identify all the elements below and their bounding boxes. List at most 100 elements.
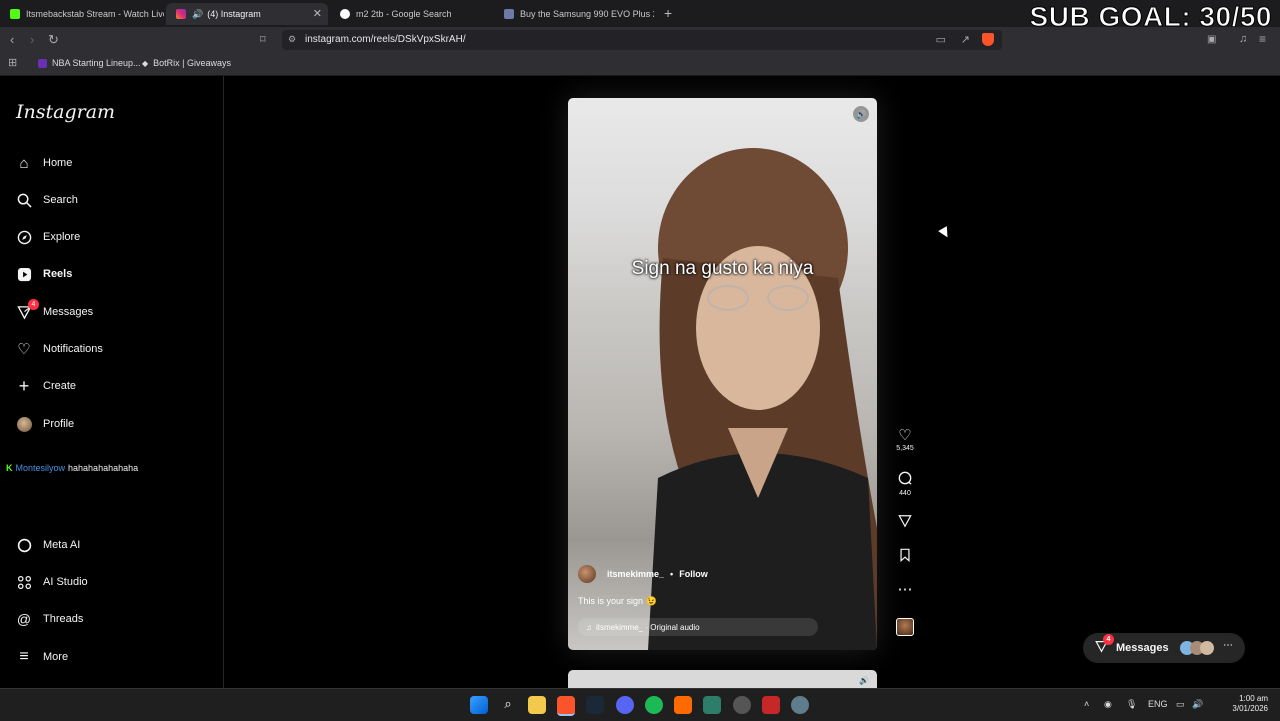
- speaker-icon[interactable]: 🔊: [192, 9, 203, 20]
- nav-label: Messages: [43, 306, 94, 318]
- bookmark-icon: [893, 548, 917, 566]
- address-bar[interactable]: ⚙ instagram.com/reels/DSkVpxSkrAH/ ▭ ↗: [282, 30, 1002, 50]
- windows-start-icon[interactable]: [470, 696, 488, 714]
- volume-icon[interactable]: 🔊: [859, 676, 869, 685]
- wifi-icon[interactable]: ▭: [1176, 699, 1185, 710]
- app-icon[interactable]: [733, 696, 751, 714]
- music-note-icon: ♫: [586, 622, 592, 632]
- share-button[interactable]: [893, 514, 917, 532]
- spotify-icon[interactable]: [645, 696, 663, 714]
- bookmark-botrix[interactable]: ◆ BotRix | Giveaways: [142, 58, 231, 68]
- follow-button[interactable]: Follow: [679, 569, 708, 579]
- like-button[interactable]: ♡ 5,345: [893, 427, 917, 453]
- url-text: instagram.com/reels/DSkVpxSkrAH/: [305, 34, 466, 45]
- bookmark-label: NBA Starting Lineup...: [52, 58, 141, 68]
- home-icon: ⌂: [19, 154, 29, 172]
- nav-label: Profile: [43, 418, 75, 430]
- brave-shield-icon[interactable]: [982, 33, 994, 46]
- media-icon[interactable]: ♫: [1239, 33, 1247, 45]
- terminal-icon[interactable]: [703, 696, 721, 714]
- clock-date: 3/01/2026: [1232, 704, 1268, 713]
- share-icon[interactable]: ↗: [961, 33, 970, 46]
- new-tab-icon[interactable]: +: [664, 5, 672, 21]
- windows-taskbar: ⌕ ˄ ◉ 🎙 ENG ▭ 🔊 1:00 am 3/01/2026: [0, 688, 1280, 721]
- ai-studio-icon: [16, 574, 32, 590]
- instagram-sidebar: Instagram ⌂ Home Search Explore Reels 4 …: [0, 76, 224, 688]
- brave-browser-icon[interactable]: [557, 696, 575, 716]
- next-reel-preview[interactable]: 🔊: [568, 670, 877, 688]
- like-count: 5,345: [896, 445, 914, 452]
- bookmark-nba[interactable]: NBA Starting Lineup...: [38, 58, 141, 68]
- language-indicator[interactable]: ENG: [1148, 699, 1168, 709]
- author-username[interactable]: itsmekimme_: [607, 569, 664, 579]
- nav-reels[interactable]: Reels: [16, 264, 72, 284]
- nav-notifications[interactable]: ♡ Notifications: [16, 339, 103, 359]
- bookmark-label: BotRix | Giveaways: [153, 58, 232, 68]
- apps-grid-icon[interactable]: ⊞: [8, 56, 17, 69]
- forward-icon[interactable]: ›: [30, 32, 34, 47]
- cast-icon[interactable]: ▭: [936, 33, 946, 46]
- chat-text: hahahahahahaha: [68, 463, 139, 473]
- search-icon[interactable]: ⌕: [499, 696, 517, 714]
- more-options-button[interactable]: ⋯: [893, 582, 917, 598]
- tab-title: (4) Instagram: [207, 9, 261, 19]
- reload-icon[interactable]: ↻: [48, 32, 59, 48]
- stream-chat-message: K Montesilyow hahahahahahaha: [6, 463, 138, 473]
- app-icon[interactable]: [674, 696, 692, 714]
- messages-pill-label: Messages: [1116, 642, 1169, 654]
- save-button[interactable]: [893, 548, 917, 566]
- messages-pill[interactable]: 4 Messages ⋯: [1083, 633, 1245, 663]
- microphone-icon[interactable]: 🎙: [1126, 699, 1137, 710]
- comment-button[interactable]: 440: [893, 471, 917, 497]
- reel-audio-link[interactable]: ♫ itsmekimme_ · Original audio: [578, 618, 818, 636]
- nav-home[interactable]: ⌂ Home: [16, 153, 72, 173]
- bookmark-icon[interactable]: ⌑: [260, 33, 266, 46]
- nav-create[interactable]: + Create: [16, 376, 76, 396]
- messages-badge: 4: [28, 299, 39, 310]
- instagram-favicon-icon: [176, 9, 186, 19]
- steam-icon[interactable]: [586, 696, 604, 714]
- network-icon[interactable]: ◉: [1104, 699, 1112, 710]
- nav-profile[interactable]: Profile: [16, 414, 74, 434]
- nav-label: Meta AI: [43, 539, 81, 551]
- nav-messages[interactable]: 4 Messages: [16, 299, 94, 322]
- tab-title: m2 2tb - Google Search: [356, 9, 452, 19]
- nav-more[interactable]: ≡ More: [16, 647, 68, 667]
- nav-label: Threads: [43, 613, 84, 625]
- nav-label: More: [43, 651, 69, 663]
- heart-icon: ♡: [898, 427, 912, 444]
- nav-explore[interactable]: Explore: [16, 227, 80, 247]
- nav-threads[interactable]: @ Threads: [16, 609, 83, 629]
- app-icon[interactable]: [762, 696, 780, 714]
- back-icon[interactable]: ‹: [10, 32, 14, 47]
- audio-thumbnail[interactable]: [896, 618, 914, 636]
- author-avatar[interactable]: [578, 565, 596, 583]
- kick-icon: K: [6, 463, 13, 473]
- file-explorer-icon[interactable]: [528, 696, 546, 714]
- sidebar-icon[interactable]: ▣: [1207, 34, 1216, 45]
- reel-video[interactable]: 🔊 Sign na gusto ka niya itsmekimme_ • Fo…: [568, 98, 877, 650]
- volume-icon[interactable]: 🔊: [1192, 699, 1203, 710]
- chevron-up-icon[interactable]: ˄: [1084, 699, 1089, 709]
- threads-icon: @: [16, 611, 32, 627]
- nav-search[interactable]: Search: [16, 190, 78, 210]
- tab-kick-stream[interactable]: Itsmebackstab Stream - Watch Live o: [0, 3, 164, 25]
- instagram-logo[interactable]: Instagram: [16, 101, 115, 123]
- discord-icon[interactable]: [616, 696, 634, 714]
- tab-samsung[interactable]: Buy the Samsung 990 EVO Plus 2TB: [494, 3, 654, 25]
- nav-ai-studio[interactable]: AI Studio: [16, 572, 88, 592]
- tab-instagram[interactable]: 🔊 (4) Instagram ✕: [166, 3, 328, 25]
- comment-icon: [893, 471, 917, 489]
- send-icon: [893, 514, 917, 532]
- system-clock[interactable]: 1:00 am 3/01/2026: [1232, 694, 1268, 714]
- messenger-icon: 4: [16, 299, 39, 320]
- nav-meta-ai[interactable]: Meta AI: [16, 535, 80, 555]
- menu-icon[interactable]: ≡: [1259, 32, 1266, 46]
- tab-google-search[interactable]: m2 2tb - Google Search: [330, 3, 494, 25]
- clock-time: 1:00 am: [1239, 694, 1268, 703]
- site-info-icon[interactable]: ⚙: [288, 34, 296, 45]
- tab-title: Buy the Samsung 990 EVO Plus 2TB: [520, 9, 654, 19]
- close-tab-icon[interactable]: ✕: [313, 7, 322, 20]
- volume-icon[interactable]: 🔊: [853, 106, 869, 122]
- settings-icon[interactable]: [791, 696, 809, 714]
